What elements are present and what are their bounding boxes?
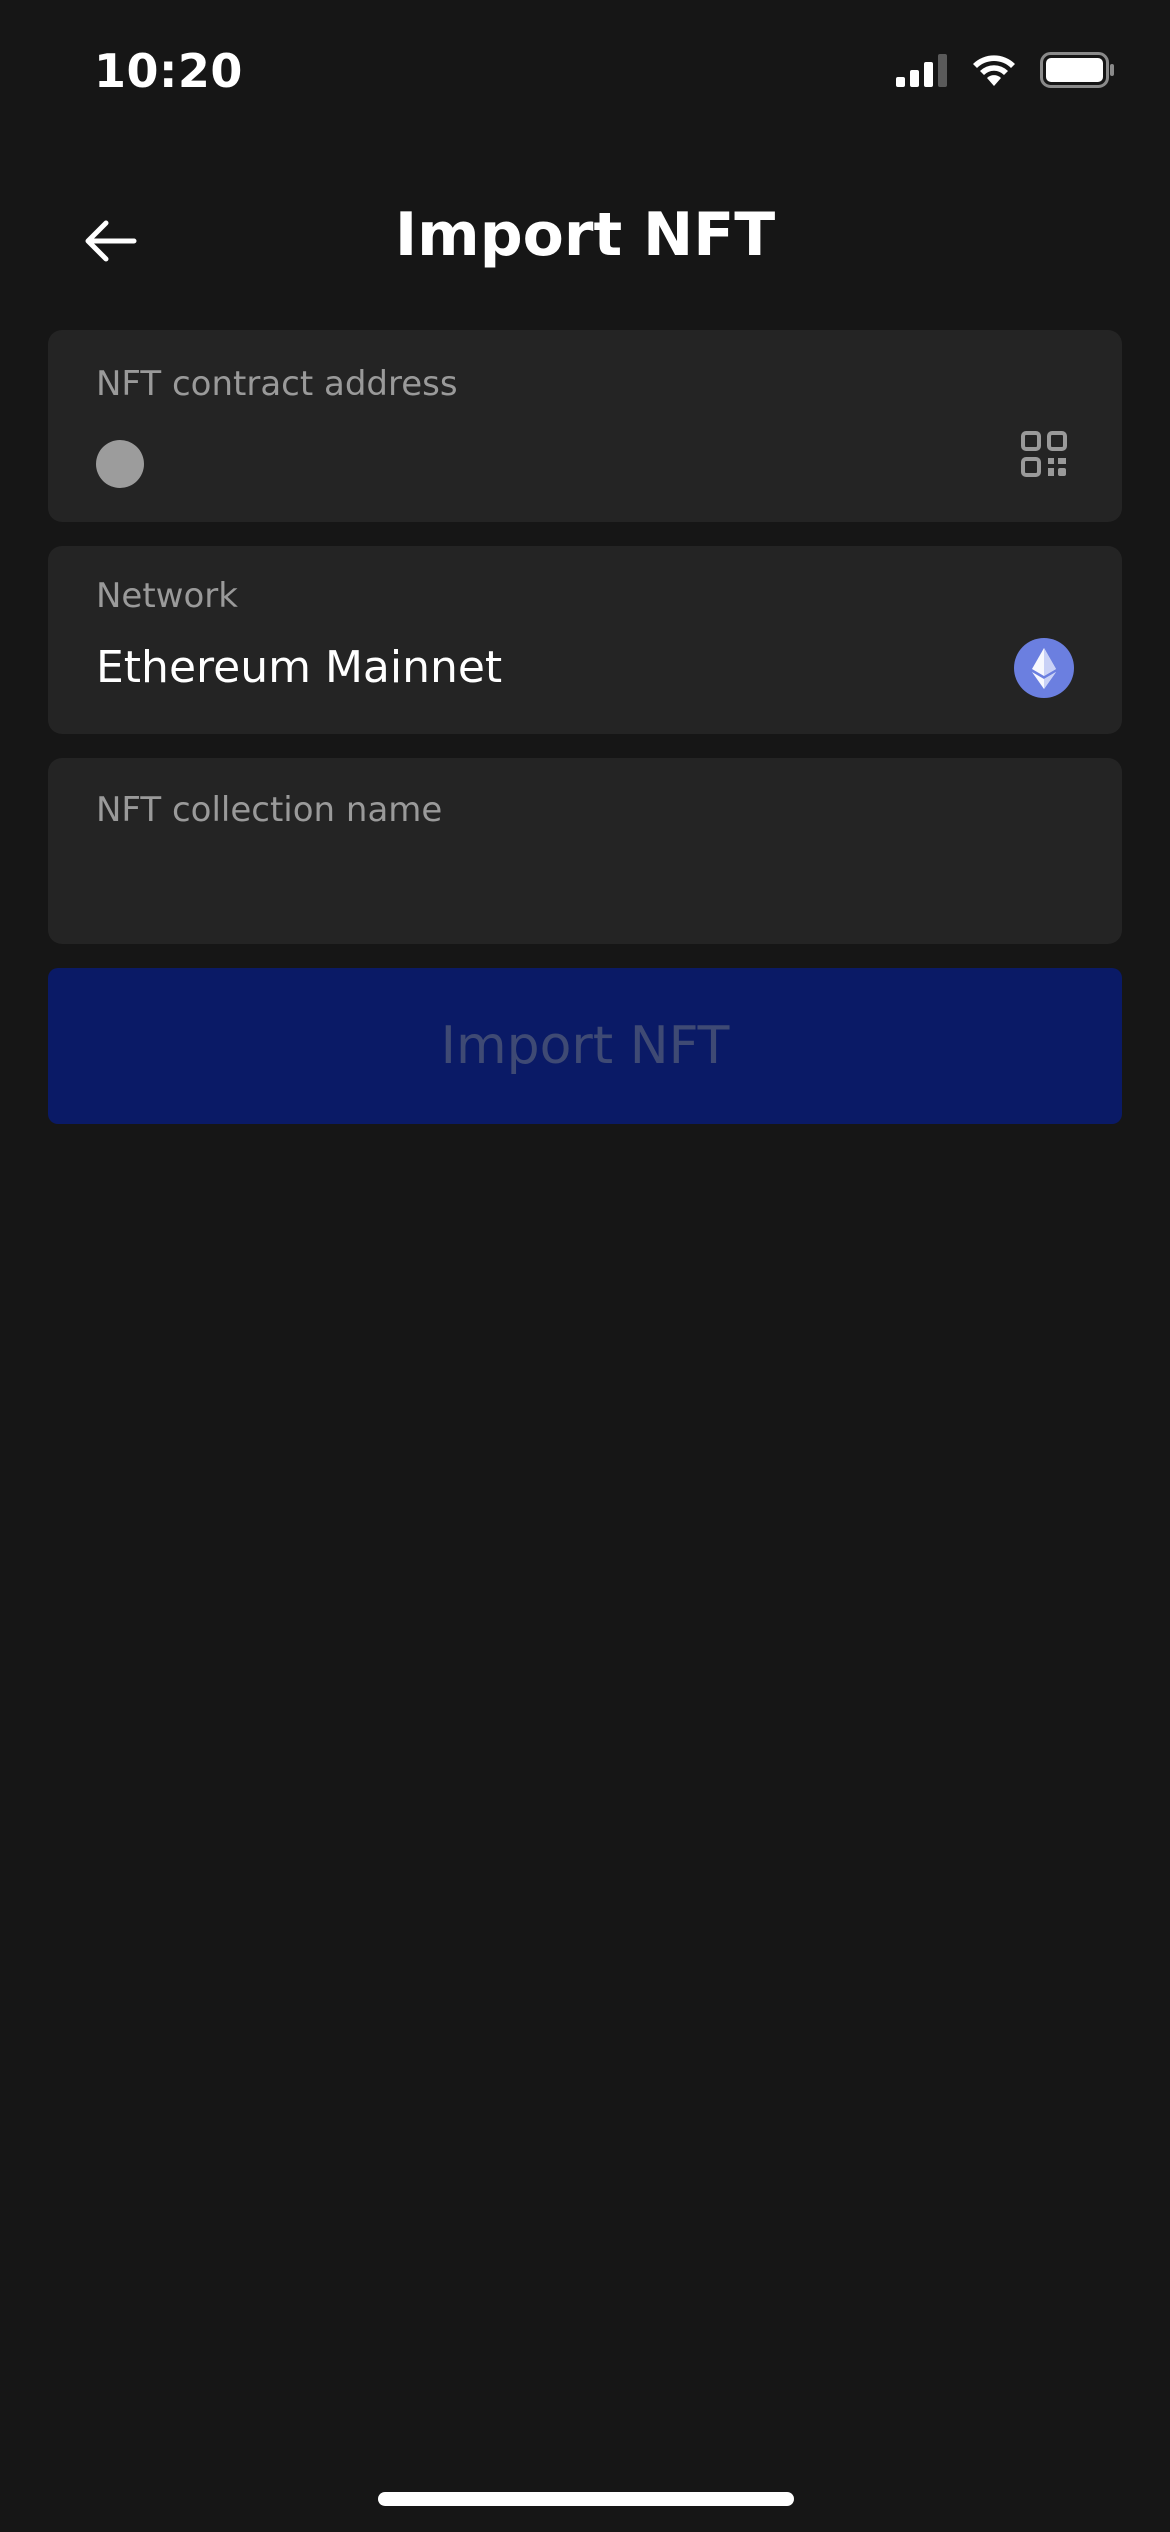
collection-name-label: NFT collection name (96, 790, 443, 830)
import-nft-button[interactable]: Import NFT (48, 968, 1122, 1124)
qr-code-icon (1021, 431, 1067, 477)
network-select[interactable]: Network Ethereum Mainnet (48, 546, 1122, 734)
network-label: Network (96, 576, 238, 616)
contract-address-label: NFT contract address (96, 364, 458, 404)
network-value: Ethereum Mainnet (96, 642, 503, 693)
scan-qr-button[interactable] (1020, 430, 1068, 478)
ethereum-icon (1014, 638, 1074, 698)
header: Import NFT (0, 180, 1170, 300)
wifi-icon (973, 55, 1015, 86)
text-cursor (96, 440, 144, 488)
status-time: 10:20 (94, 44, 243, 98)
battery-icon (1040, 52, 1114, 88)
status-icons (896, 52, 1116, 88)
collection-name-field[interactable]: NFT collection name (48, 758, 1122, 944)
page-title: Import NFT (394, 200, 776, 270)
home-indicator (378, 2492, 794, 2506)
collection-name-input[interactable] (96, 854, 1078, 916)
status-bar: 10:20 (0, 0, 1170, 150)
contract-address-field[interactable]: NFT contract address (48, 330, 1122, 522)
cellular-signal-icon (896, 54, 947, 87)
